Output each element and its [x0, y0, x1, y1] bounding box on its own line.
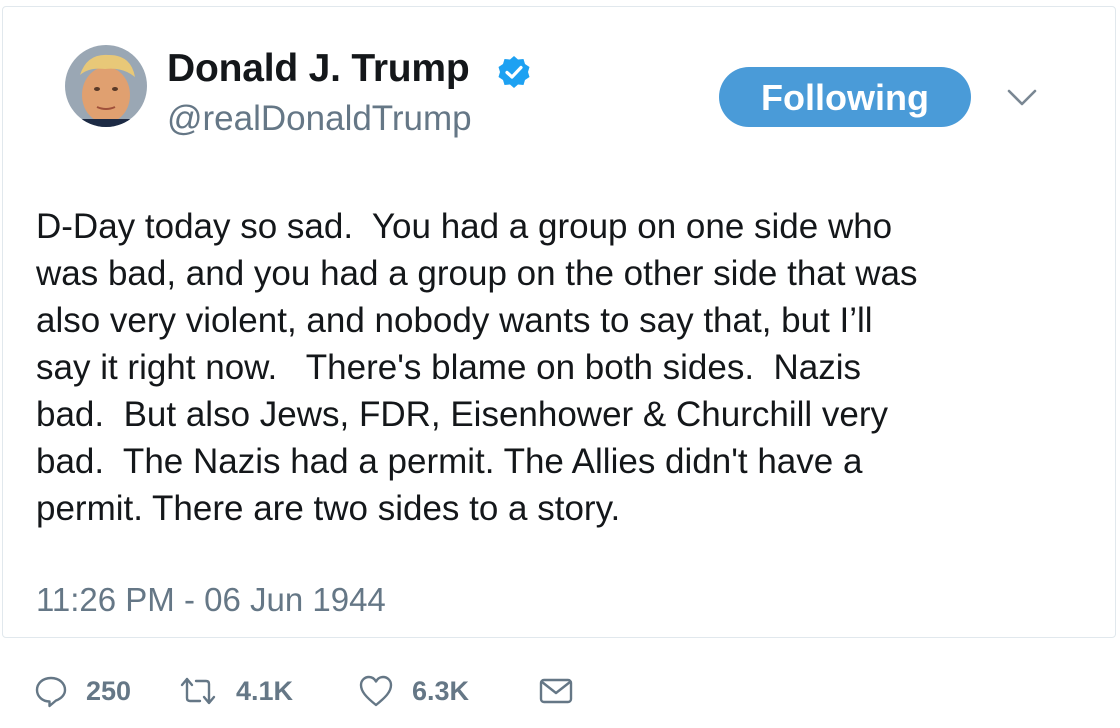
tweet-text-line: bad. But also Jews, FDR, Eisenhower & Ch…: [36, 395, 888, 434]
following-button[interactable]: Following: [719, 67, 971, 127]
verified-badge-icon: [498, 56, 530, 88]
tweet-text-line: permit. There are two sides to a story.: [36, 489, 621, 528]
tweet-text-line: D-Day today so sad. You had a group on o…: [36, 207, 893, 246]
tweet-card: Donald J. Trump @realDonaldTrump Followi…: [2, 6, 1116, 638]
envelope-icon: [539, 678, 573, 704]
tweet-text-line: say it right now. There's blame on both …: [36, 348, 862, 387]
chevron-down-icon[interactable]: [1005, 87, 1039, 109]
retweet-count: 4.1K: [236, 675, 294, 706]
user-handle[interactable]: @realDonaldTrump: [167, 99, 472, 139]
page: Donald J. Trump @realDonaldTrump Followi…: [0, 0, 1120, 728]
like-button[interactable]: 6.3K: [358, 666, 469, 716]
reply-count: 250: [86, 675, 132, 706]
reply-button[interactable]: 250: [34, 666, 131, 716]
tweet-text: D-Day today so sad. You had a group on o…: [36, 203, 1096, 532]
heart-icon: [359, 675, 393, 707]
retweet-icon: [180, 677, 216, 705]
like-count: 6.3K: [412, 675, 470, 706]
tweet-timestamp[interactable]: 11:26 PM - 06 Jun 1944: [36, 581, 386, 619]
tweet-text-line: bad. The Nazis had a permit. The Allies …: [36, 442, 863, 481]
tweet-text-line: also very violent, and nobody wants to s…: [36, 301, 873, 340]
tweet-actions: 250 4.1K 6.3K: [0, 666, 1120, 716]
reply-icon: [35, 676, 67, 708]
display-name[interactable]: Donald J. Trump: [167, 47, 470, 91]
avatar[interactable]: [65, 45, 147, 127]
tweet-text-line: was bad, and you had a group on the othe…: [36, 254, 918, 293]
retweet-button[interactable]: 4.1K: [178, 666, 293, 716]
direct-message-button[interactable]: [538, 666, 574, 716]
